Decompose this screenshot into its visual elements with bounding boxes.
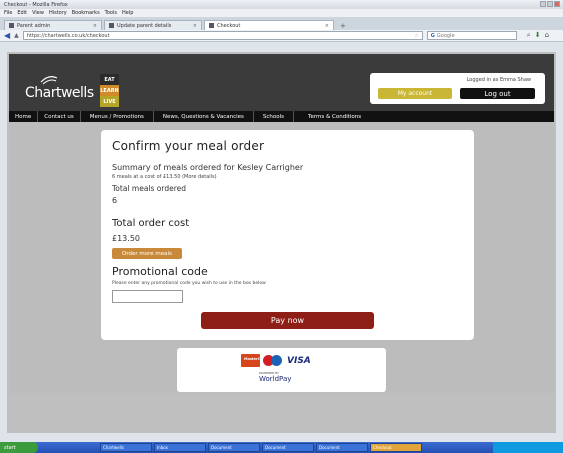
mastercard-logo: MasterCard <box>241 354 267 367</box>
pay-now-button[interactable]: Pay now <box>201 312 374 329</box>
nav-news[interactable]: News, Questions & Vacancies <box>154 111 254 122</box>
live-label: LIVE <box>100 96 119 107</box>
menu-view[interactable]: View <box>32 10 44 16</box>
logout-button[interactable]: Log out <box>460 88 535 99</box>
title-bar: Checkout - Mozilla Firefox <box>0 0 563 9</box>
taskbar: start Chartwells Inbox Document Document… <box>0 442 563 453</box>
star-icon[interactable]: ☆ <box>414 33 418 39</box>
window-title: Checkout - Mozilla Firefox <box>4 1 68 8</box>
search-icon[interactable]: ⌕ <box>527 31 531 40</box>
order-more-meals-button[interactable]: Order more meals <box>112 248 182 259</box>
navigation-bar: ◀ ▲ https://chartwells.co.uk/checkout ☆ … <box>0 30 563 42</box>
total-meals-label: Total meals ordered <box>112 184 187 193</box>
search-box[interactable]: G Google <box>426 31 517 40</box>
login-panel: Logged in as Emma Shaw My account Log ou… <box>370 73 545 104</box>
order-summary: Summary of meals ordered for Kesley Carr… <box>112 163 304 172</box>
nav-menus-promotions[interactable]: Menus / Promotions <box>81 111 154 122</box>
taskbar-item[interactable]: Document <box>316 443 368 452</box>
site-nav: Home Contact us Menus / Promotions News,… <box>9 111 554 122</box>
nav-schools[interactable]: Schools <box>254 111 295 122</box>
url-bar[interactable]: https://chartwells.co.uk/checkout ☆ <box>22 31 423 40</box>
close-icon[interactable]: × <box>93 23 97 29</box>
maestro-logo <box>263 354 282 367</box>
promo-code-help: Please enter any promotional code you wi… <box>112 281 266 286</box>
tab-checkout[interactable]: Checkout × <box>204 20 334 30</box>
back-arrow-icon[interactable]: ◀ <box>4 31 10 40</box>
menu-bar: File Edit View History Bookmarks Tools H… <box>0 9 563 17</box>
taskbar-item[interactable]: Document <box>208 443 260 452</box>
tab-parent-admin[interactable]: Parent admin × <box>4 20 102 30</box>
tab-label: Parent admin <box>17 22 51 29</box>
home-icon[interactable]: ⌂ <box>545 31 549 40</box>
taskbar-item[interactable]: Checkout <box>370 443 422 452</box>
menu-tools[interactable]: Tools <box>105 10 117 16</box>
tab-strip: Parent admin × Update parent details × C… <box>0 17 563 30</box>
eat-learn-live-logo: EAT LEARN LIVE <box>100 74 119 108</box>
logged-in-text: Logged in as Emma Shaw <box>466 77 531 83</box>
favicon-icon <box>9 23 14 28</box>
google-icon: G <box>430 32 435 39</box>
taskbar-item[interactable]: Chartwells <box>100 443 152 452</box>
minimize-button[interactable] <box>540 1 546 7</box>
lock-icon: ▲ <box>14 32 19 39</box>
promo-code-heading: Promotional code <box>112 265 208 278</box>
menu-bookmarks[interactable]: Bookmarks <box>72 10 100 16</box>
close-icon[interactable]: × <box>325 23 329 29</box>
close-button[interactable] <box>554 1 560 7</box>
start-button[interactable]: start <box>0 442 38 453</box>
maximize-button[interactable] <box>547 1 553 7</box>
nav-contact-us[interactable]: Contact us <box>38 111 81 122</box>
toolbar-icons: ⌕ ⬇ ⌂ <box>527 31 549 40</box>
close-icon[interactable]: × <box>193 23 197 29</box>
page-title: Confirm your meal order <box>112 139 265 153</box>
menu-file[interactable]: File <box>4 10 12 16</box>
payment-logos: MasterCard VISA POWERED BY WorldPay <box>177 348 386 392</box>
window-controls <box>540 1 560 7</box>
total-cost-value: £13.50 <box>112 234 140 243</box>
menu-help[interactable]: Help <box>122 10 133 16</box>
menu-edit[interactable]: Edit <box>17 10 27 16</box>
favicon-icon <box>209 23 214 28</box>
total-meals-value: 6 <box>112 196 118 205</box>
menu-history[interactable]: History <box>49 10 67 16</box>
url-text: https://chartwells.co.uk/checkout <box>26 32 110 39</box>
total-cost-label: Total order cost <box>112 218 190 229</box>
worldpay-logo: WorldPay <box>259 375 292 383</box>
tab-label: Update parent details <box>117 22 172 29</box>
nav-terms[interactable]: Terms & Conditions <box>294 111 375 122</box>
download-icon[interactable]: ⬇ <box>535 31 541 40</box>
visa-logo: VISA <box>287 355 311 366</box>
learn-label: LEARN <box>100 85 119 96</box>
my-account-button[interactable]: My account <box>378 88 452 99</box>
eat-label: EAT <box>100 74 119 85</box>
order-summary-detail[interactable]: 6 meals at a cost of £13.50 (More detail… <box>112 174 217 180</box>
browser-window: Checkout - Mozilla Firefox File Edit Vie… <box>0 0 563 453</box>
taskbar-item[interactable]: Document <box>262 443 314 452</box>
system-tray <box>493 442 563 453</box>
taskbar-item[interactable]: Inbox <box>154 443 206 452</box>
order-confirmation-card: Confirm your meal order Summary of meals… <box>101 130 474 340</box>
site-header: Chartwells EAT LEARN LIVE Logged in as E… <box>9 54 554 111</box>
nav-home[interactable]: Home <box>9 111 39 122</box>
favicon-icon <box>109 23 114 28</box>
page-viewport: Chartwells EAT LEARN LIVE Logged in as E… <box>7 52 556 433</box>
tab-label: Checkout <box>217 22 241 29</box>
new-tab-icon[interactable]: + <box>336 22 350 30</box>
promo-code-input[interactable] <box>112 290 183 303</box>
chartwells-logo[interactable]: Chartwells <box>25 85 94 101</box>
tab-update-details[interactable]: Update parent details × <box>104 20 202 30</box>
search-placeholder: Google <box>436 32 455 39</box>
card-logos: MasterCard VISA <box>241 354 311 367</box>
